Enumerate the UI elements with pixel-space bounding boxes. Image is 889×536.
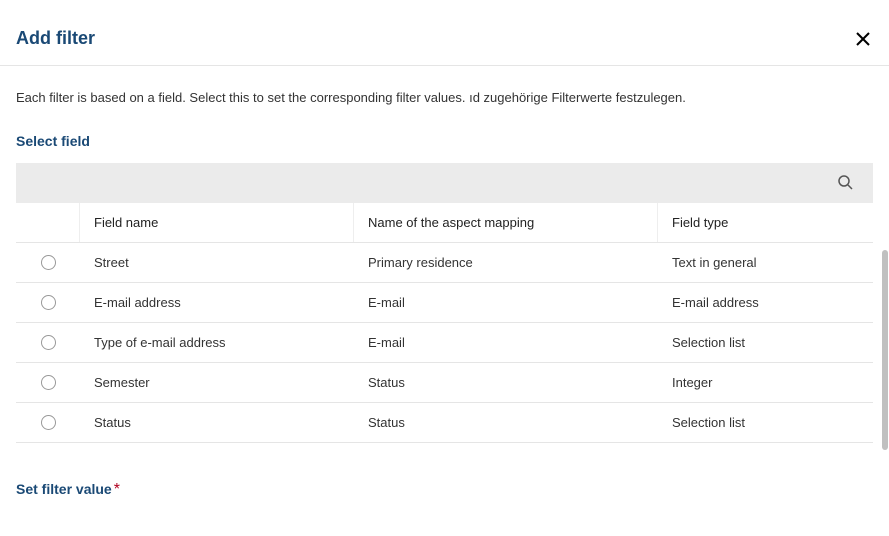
table-header: Field name Name of the aspect mapping Fi… [16, 203, 873, 243]
table-row[interactable]: Type of e-mail address E-mail Selection … [16, 323, 873, 363]
row-type: Selection list [658, 403, 873, 442]
search-input[interactable] [34, 163, 837, 203]
row-radio[interactable] [41, 295, 56, 310]
header-field-name: Field name [80, 203, 354, 242]
scrollbar-thumb[interactable] [882, 250, 888, 450]
row-radio[interactable] [41, 255, 56, 270]
row-aspect: E-mail [354, 323, 658, 362]
dialog-header: Add filter [0, 0, 889, 66]
row-field-name: E-mail address [80, 283, 354, 322]
row-field-name: Type of e-mail address [80, 323, 354, 362]
table-row[interactable]: Status Status Selection list [16, 403, 873, 443]
row-type: Text in general [658, 243, 873, 282]
search-icon[interactable] [837, 174, 855, 192]
row-aspect: E-mail [354, 283, 658, 322]
header-radio-col [16, 203, 80, 242]
select-field-label: Select field [16, 133, 873, 149]
table-row[interactable]: Street Primary residence Text in general [16, 243, 873, 283]
table-row[interactable]: Semester Status Integer [16, 363, 873, 403]
row-aspect: Status [354, 363, 658, 402]
row-radio[interactable] [41, 415, 56, 430]
set-filter-section: Set filter value* [0, 463, 889, 499]
header-aspect-mapping: Name of the aspect mapping [354, 203, 658, 242]
row-radio[interactable] [41, 375, 56, 390]
row-type: Selection list [658, 323, 873, 362]
row-radio[interactable] [41, 335, 56, 350]
table-row[interactable]: E-mail address E-mail E-mail address [16, 283, 873, 323]
required-asterisk: * [114, 481, 120, 498]
dialog-description: Each filter is based on a field. Select … [16, 90, 873, 105]
dialog-title: Add filter [16, 28, 95, 49]
row-aspect: Primary residence [354, 243, 658, 282]
row-field-name: Status [80, 403, 354, 442]
row-field-name: Street [80, 243, 354, 282]
search-bar [16, 163, 873, 203]
header-field-type: Field type [658, 203, 873, 242]
set-filter-label: Set filter value [16, 481, 112, 497]
row-type: E-mail address [658, 283, 873, 322]
close-icon[interactable] [853, 29, 873, 49]
row-field-name: Semester [80, 363, 354, 402]
dialog-content: Each filter is based on a field. Select … [0, 66, 889, 443]
row-type: Integer [658, 363, 873, 402]
row-aspect: Status [354, 403, 658, 442]
field-table: Field name Name of the aspect mapping Fi… [16, 203, 873, 443]
